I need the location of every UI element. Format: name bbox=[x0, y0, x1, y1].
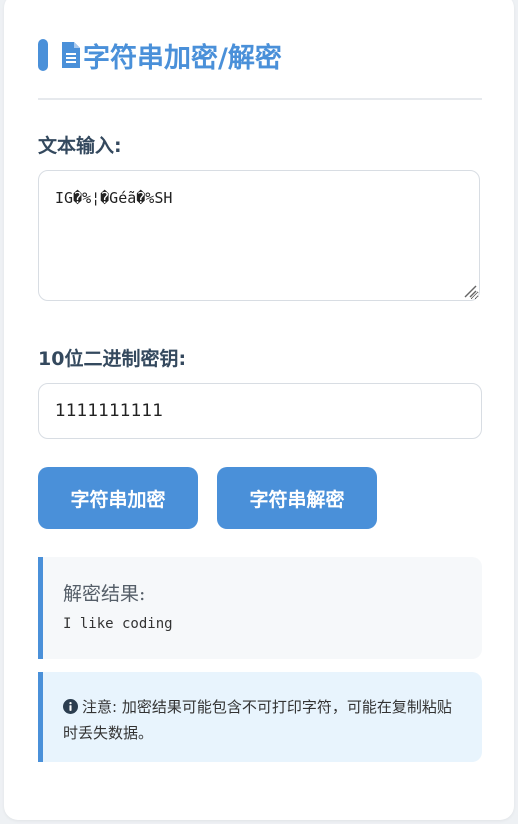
info-circle-icon bbox=[63, 699, 78, 714]
result-panel: 解密结果: I like coding bbox=[38, 557, 482, 659]
file-text-icon bbox=[62, 42, 80, 68]
page-title: 字符串加密/解密 bbox=[83, 42, 282, 74]
key-input[interactable] bbox=[38, 383, 482, 439]
notice-text: 注意: 加密结果可能包含不可打印字符，可能在复制粘贴时丢失数据。 bbox=[63, 698, 452, 742]
decrypt-button[interactable]: 字符串解密 bbox=[217, 467, 377, 529]
resize-handle-icon[interactable] bbox=[463, 284, 477, 298]
result-title: 解密结果: bbox=[63, 583, 146, 605]
key-input-label: 10位二进制密钥: bbox=[38, 348, 187, 370]
text-input-area[interactable]: IG�%¦�Géã�%SH bbox=[38, 170, 480, 301]
result-text: I like coding bbox=[63, 616, 173, 632]
encrypt-button[interactable]: 字符串加密 bbox=[38, 467, 198, 529]
page-header: 字符串加密/解密 bbox=[38, 38, 482, 74]
notice-panel: 注意: 加密结果可能包含不可打印字符，可能在复制粘贴时丢失数据。 bbox=[38, 672, 482, 762]
accent-bar bbox=[38, 39, 48, 71]
text-input-label: 文本输入: bbox=[38, 135, 122, 157]
header-divider bbox=[38, 98, 482, 100]
